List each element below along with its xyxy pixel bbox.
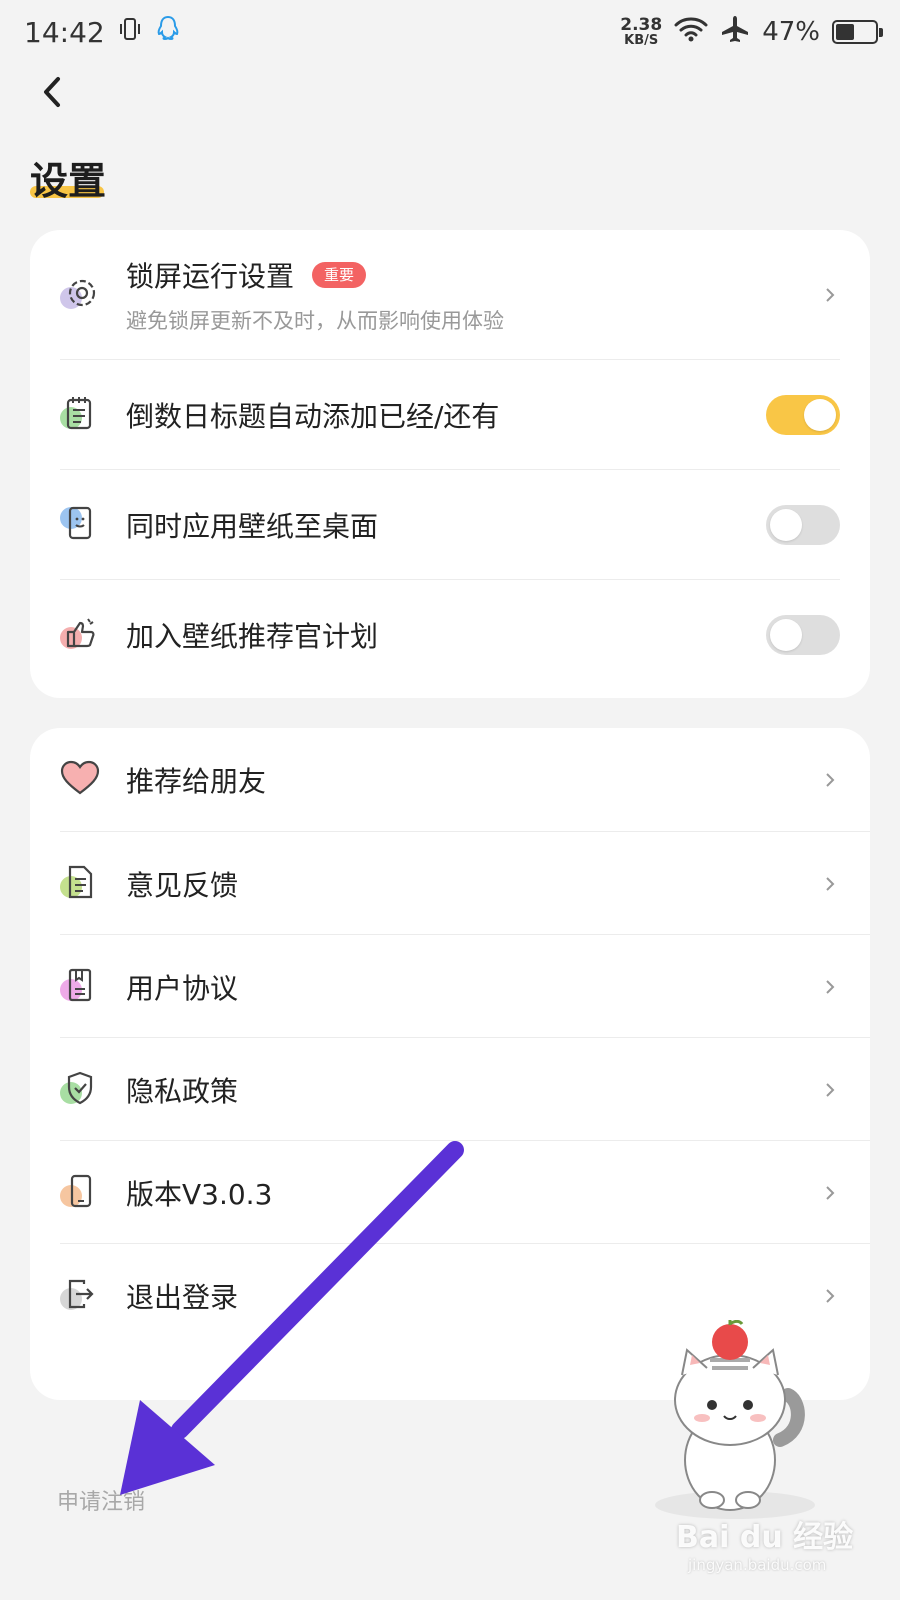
status-time: 14:42: [24, 15, 105, 49]
battery-icon: [832, 20, 883, 44]
airplane-icon: [720, 14, 750, 51]
agreement-doc-icon: [60, 967, 100, 1007]
chevron-right-icon: [820, 1286, 840, 1306]
watermark-url: jingyan.baidu.com: [688, 1556, 827, 1574]
phone-face-icon: [60, 505, 100, 545]
feedback-label: 意见反馈: [126, 868, 239, 902]
vibrate-icon: [117, 16, 143, 49]
settings-card: 锁屏运行设置 重要 避免锁屏更新不及时，从而影响使用体验 倒数日标题自动添加已经…: [30, 230, 870, 698]
wallpaper-recommender-label: 加入壁纸推荐官计划: [126, 620, 379, 653]
lockscreen-run-settings-row[interactable]: 锁屏运行设置 重要 避免锁屏更新不及时，从而影响使用体验: [30, 230, 870, 360]
back-button[interactable]: [30, 70, 74, 114]
network-speed: 2.38 KB/S: [620, 15, 663, 48]
chevron-right-icon: [820, 285, 840, 305]
heart-icon: [60, 760, 100, 800]
gear-icon: [60, 275, 100, 315]
version-label: 版本V3.0.3: [126, 1177, 273, 1211]
countdown-title-prefix-label: 倒数日标题自动添加已经/还有: [126, 400, 500, 433]
status-bar: 14:42 2.38 KB/S 47%: [0, 0, 900, 64]
thumb-up-icon: [60, 615, 100, 655]
user-agreement-row[interactable]: 用户协议: [30, 935, 870, 1038]
important-badge: 重要: [312, 262, 367, 288]
notepad-icon: [60, 395, 100, 435]
qq-icon: [155, 15, 181, 50]
recommend-to-friend-label: 推荐给朋友: [126, 765, 267, 798]
menu-card: 推荐给朋友 意见反馈 用户协议 隐私政策 版本V3.0.3 退出登录: [30, 728, 870, 1400]
chevron-right-icon: [820, 770, 840, 790]
privacy-policy-row[interactable]: 隐私政策: [30, 1038, 870, 1141]
lockscreen-run-settings-subtitle: 避免锁屏更新不及时，从而影响使用体验: [126, 309, 504, 333]
wallpaper-recommender-toggle[interactable]: [766, 615, 840, 655]
version-row[interactable]: 版本V3.0.3: [30, 1141, 870, 1244]
battery-percent: 47%: [762, 17, 820, 47]
phone-icon: [60, 1173, 100, 1213]
recommend-to-friend-row[interactable]: 推荐给朋友: [30, 728, 870, 832]
shield-check-icon: [60, 1070, 100, 1110]
cancel-account-link[interactable]: 申请注销: [57, 1484, 145, 1516]
apply-wallpaper-desktop-row: 同时应用壁纸至桌面: [30, 470, 870, 580]
chevron-right-icon: [820, 1183, 840, 1203]
network-speed-value: 2.38: [620, 15, 663, 35]
logout-label: 退出登录: [126, 1280, 239, 1314]
wifi-icon: [674, 16, 708, 49]
lockscreen-run-settings-label: 锁屏运行设置: [126, 260, 295, 293]
feedback-row[interactable]: 意见反馈: [30, 832, 870, 935]
logout-icon: [60, 1276, 100, 1316]
privacy-policy-label: 隐私政策: [126, 1074, 239, 1108]
feedback-doc-icon: [60, 864, 100, 904]
apply-wallpaper-desktop-label: 同时应用壁纸至桌面: [126, 510, 379, 543]
user-agreement-label: 用户协议: [126, 971, 239, 1005]
page-title: 设置: [30, 159, 107, 203]
cat-mascot-illustration: [655, 1320, 815, 1519]
apply-wallpaper-desktop-toggle[interactable]: [766, 505, 840, 545]
network-speed-unit: KB/S: [624, 33, 659, 48]
chevron-right-icon: [820, 1080, 840, 1100]
baidu-jingyan-watermark: Bai du 经验: [676, 1520, 854, 1555]
countdown-title-prefix-toggle[interactable]: [766, 395, 840, 435]
chevron-left-icon: [44, 77, 60, 107]
countdown-title-prefix-row: 倒数日标题自动添加已经/还有: [30, 360, 870, 470]
chevron-right-icon: [820, 874, 840, 894]
wallpaper-recommender-row: 加入壁纸推荐官计划: [30, 580, 870, 690]
chevron-right-icon: [820, 977, 840, 997]
